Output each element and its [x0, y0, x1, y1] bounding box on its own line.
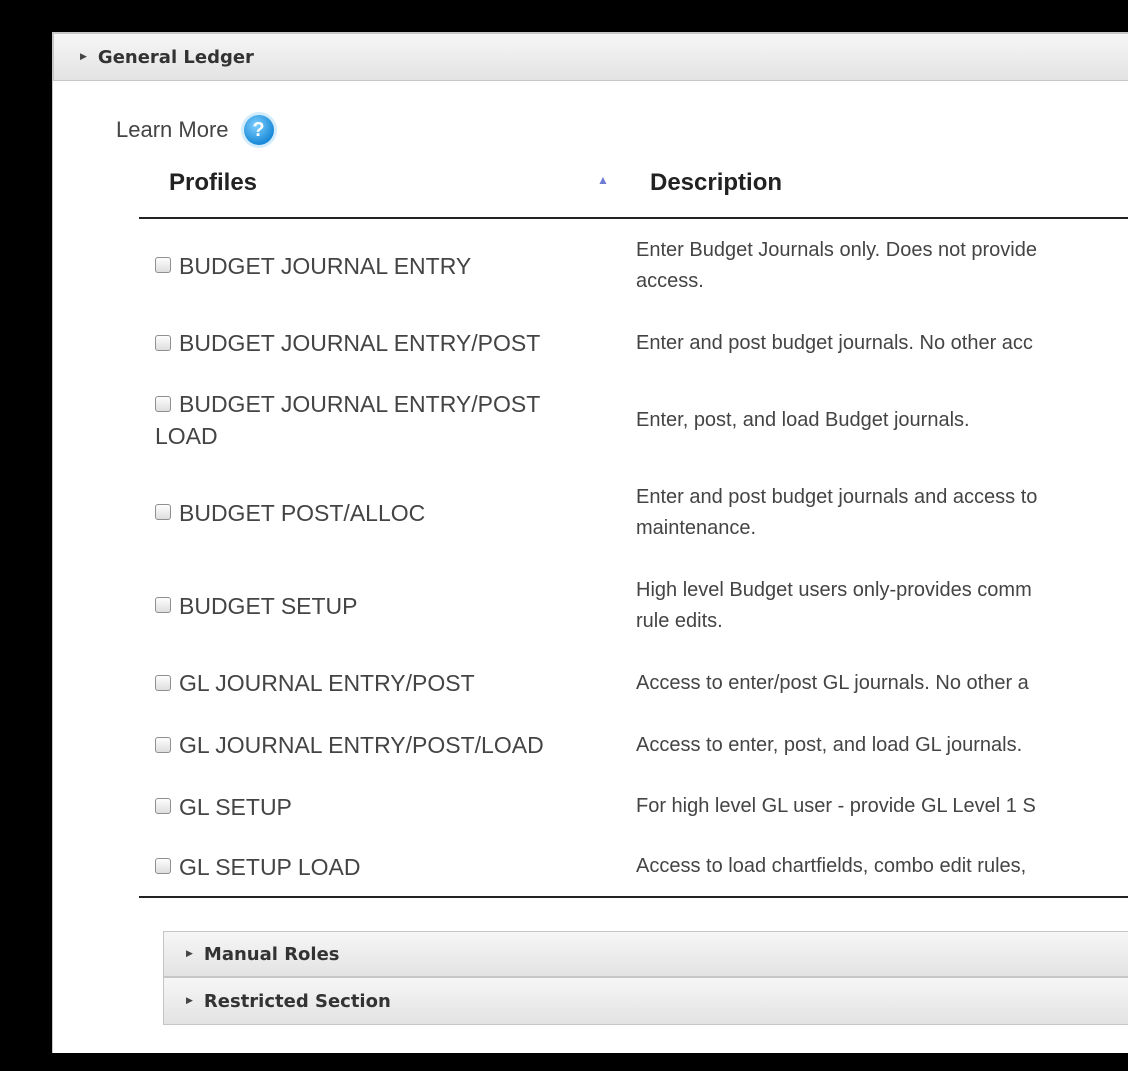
profile-cell: GL SETUP LOAD: [155, 837, 595, 896]
learn-more[interactable]: Learn More ?: [116, 115, 274, 145]
profile-cell: BUDGET POST/ALLOC: [155, 466, 595, 559]
table-row: GL SETUP LOAD Access to load chartfields…: [139, 837, 1128, 896]
sort-up-triangle-icon[interactable]: ▲: [597, 173, 609, 187]
description-cell: Enter and post budget journals. No other…: [636, 312, 1128, 374]
manual-roles-header[interactable]: ▶ Manual Roles: [163, 931, 1128, 977]
description-line: Enter, post, and load Budget journals.: [636, 408, 970, 431]
table-bottom-divider: [139, 896, 1128, 898]
description-line: High level Budget users only-provides co…: [636, 578, 1032, 601]
description-line: maintenance.: [636, 516, 757, 539]
description-cell: High level Budget users only-provides co…: [636, 559, 1128, 652]
profile-label: GL JOURNAL ENTRY/POST: [179, 670, 475, 696]
profile-cell: GL JOURNAL ENTRY/POST/LOAD: [155, 714, 595, 776]
profile-label: BUDGET JOURNAL ENTRY/POST LOAD: [155, 391, 540, 449]
profile-checkbox[interactable]: [155, 736, 171, 753]
column-header-profiles[interactable]: Profiles: [169, 169, 257, 197]
caret-right-icon: ▶: [80, 52, 87, 62]
profile-label: BUDGET POST/ALLOC: [179, 499, 426, 526]
profile-label: GL SETUP: [179, 793, 292, 820]
general-ledger-panel: ▶ General Ledger Learn More ? Profiles ▲…: [52, 32, 1128, 1053]
table-row: BUDGET POST/ALLOC Enter and post budget …: [139, 466, 1128, 559]
table-row: GL JOURNAL ENTRY/POST/LOAD Access to ent…: [139, 714, 1128, 776]
description-line: rule edits.: [636, 609, 723, 632]
profile-cell: GL SETUP: [155, 776, 595, 837]
profile-cell: GL JOURNAL ENTRY/POST: [155, 652, 595, 714]
manual-roles-title: Manual Roles: [203, 943, 340, 965]
caret-right-icon: ▶: [186, 949, 193, 959]
general-ledger-header[interactable]: ▶ General Ledger: [53, 33, 1128, 81]
caret-right-icon: ▶: [186, 996, 193, 1006]
description-line: Access to enter, post, and load GL journ…: [636, 733, 1023, 756]
description-line: Access to enter/post GL journals. No oth…: [636, 671, 1029, 694]
description-line: Access to load chartfields, combo edit r…: [636, 855, 1027, 877]
table-row: BUDGET SETUP High level Budget users onl…: [139, 559, 1128, 652]
profile-cell: BUDGET JOURNAL ENTRY/POST LOAD: [155, 374, 595, 466]
profile-checkbox[interactable]: [155, 334, 171, 351]
profile-checkbox[interactable]: [155, 674, 171, 691]
profile-checkbox[interactable]: [155, 257, 171, 274]
table-row: GL SETUP For high level GL user - provid…: [139, 776, 1128, 837]
table-row: BUDGET JOURNAL ENTRY/POST LOAD Enter, po…: [139, 374, 1128, 466]
description-cell: Enter and post budget journals and acces…: [636, 466, 1128, 559]
general-ledger-title: General Ledger: [97, 46, 254, 68]
profile-label: GL JOURNAL ENTRY/POST/LOAD: [179, 732, 544, 758]
description-cell: Access to enter/post GL journals. No oth…: [636, 652, 1128, 714]
description-line: For high level GL user - provide GL Leve…: [636, 795, 1036, 817]
profile-label: BUDGET JOURNAL ENTRY/POST: [179, 330, 541, 356]
learn-more-label[interactable]: Learn More: [116, 117, 229, 143]
restricted-section-title: Restricted Section: [203, 990, 391, 1012]
profile-label: BUDGET SETUP: [179, 592, 358, 619]
column-header-description[interactable]: Description: [650, 169, 782, 197]
profile-label: BUDGET JOURNAL ENTRY: [179, 252, 472, 279]
description-line: Enter and post budget journals. No other…: [636, 331, 1033, 354]
profile-cell: BUDGET JOURNAL ENTRY: [155, 219, 595, 312]
description-cell: Enter, post, and load Budget journals.: [636, 374, 1128, 466]
description-cell: Enter Budget Journals only. Does not pro…: [636, 219, 1128, 312]
help-circle-icon[interactable]: ?: [243, 115, 274, 145]
table-row: BUDGET JOURNAL ENTRY Enter Budget Journa…: [139, 219, 1128, 312]
profile-label: GL SETUP LOAD: [179, 853, 361, 880]
description-cell: Access to enter, post, and load GL journ…: [636, 714, 1128, 776]
profiles-table-header: Profiles ▲ Description: [139, 161, 1128, 219]
profile-checkbox[interactable]: [155, 504, 171, 521]
profile-checkbox[interactable]: [155, 798, 171, 815]
description-line: Enter Budget Journals only. Does not pro…: [636, 238, 1037, 261]
description-line: access.: [636, 269, 704, 292]
description-cell: Access to load chartfields, combo edit r…: [636, 837, 1128, 896]
profile-cell: BUDGET SETUP: [155, 559, 595, 652]
profile-checkbox[interactable]: [155, 395, 171, 412]
restricted-section-header[interactable]: ▶ Restricted Section: [163, 977, 1128, 1025]
profile-checkbox[interactable]: [155, 597, 171, 614]
profile-cell: BUDGET JOURNAL ENTRY/POST: [155, 312, 595, 374]
description-line: Enter and post budget journals and acces…: [636, 485, 1038, 508]
profile-checkbox[interactable]: [155, 858, 171, 875]
description-cell: For high level GL user - provide GL Leve…: [636, 776, 1128, 837]
table-row: GL JOURNAL ENTRY/POST Access to enter/po…: [139, 652, 1128, 714]
table-row: BUDGET JOURNAL ENTRY/POST Enter and post…: [139, 312, 1128, 374]
